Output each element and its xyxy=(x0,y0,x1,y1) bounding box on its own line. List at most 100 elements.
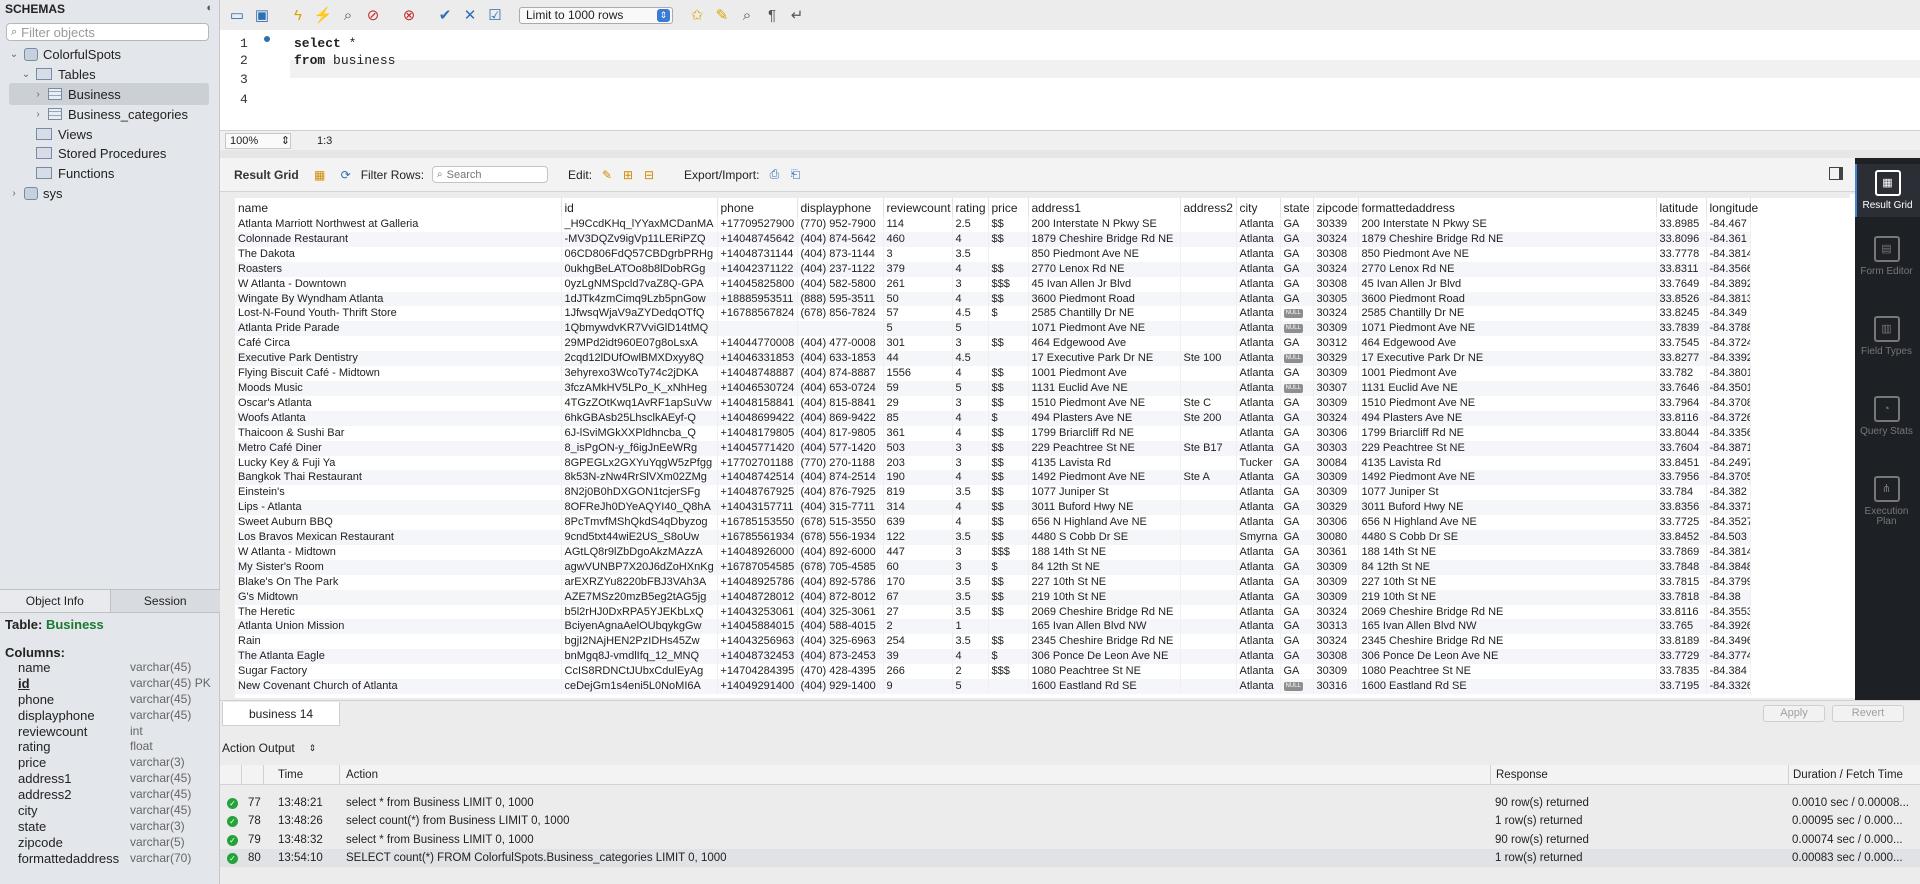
revert-button[interactable]: Revert xyxy=(1832,705,1904,722)
cell-price[interactable]: $$ xyxy=(988,231,1029,247)
cell-zipcode[interactable]: 30309 xyxy=(1313,664,1359,680)
cell-id[interactable]: arEXRZYu8220bFBJ3VAh3A xyxy=(561,574,718,590)
cell-address1[interactable]: 2770 Lenox Rd NE xyxy=(1028,261,1181,277)
cell-price[interactable]: $$ xyxy=(988,485,1029,501)
cell-address1[interactable]: 1131 Euclid Ave NE xyxy=(1028,380,1181,396)
cell-name[interactable]: Einstein's xyxy=(235,485,562,501)
table-row[interactable]: Metro Café Diner 8_isPgON-y_f6igJnEeWRg +1… xyxy=(235,440,1751,456)
cell-zipcode[interactable]: 30309 xyxy=(1313,559,1359,575)
cell-zipcode[interactable]: 30329 xyxy=(1313,351,1359,367)
filter-objects-input[interactable] xyxy=(21,24,202,40)
cell-rating[interactable]: 3 xyxy=(952,336,989,352)
panel-field-types[interactable]: ▥ Field Types xyxy=(1855,310,1920,363)
tree-item-tables[interactable]: ⌄ Tables xyxy=(0,63,220,85)
cell-price[interactable]: $ xyxy=(988,649,1029,665)
cell-displayphone[interactable]: (404) 588-4015 xyxy=(797,619,884,635)
cell-displayphone[interactable]: (678) 515-3550 xyxy=(797,515,884,531)
cell-address1[interactable]: 1879 Cheshire Bridge Rd NE xyxy=(1028,231,1181,247)
cell-address1[interactable]: 306 Ponce De Leon Ave NE xyxy=(1028,649,1181,665)
table-row[interactable]: W Atlanta - Downtown 0yzLgNMSpcld7vaZ8Q-G… xyxy=(235,276,1751,292)
cell-reviewcount[interactable]: 266 xyxy=(883,664,953,680)
cell-formattedaddress[interactable]: 1131 Euclid Ave NE xyxy=(1358,380,1657,396)
cell-displayphone[interactable]: (404) 892-6000 xyxy=(797,544,884,560)
tab-object-info[interactable]: Object Info xyxy=(0,590,111,612)
column-header-rating[interactable]: rating xyxy=(952,198,989,217)
cell-state[interactable]: GA xyxy=(1280,574,1314,590)
explain-icon[interactable]: ⌕ xyxy=(337,4,359,26)
cell-phone[interactable]: +14043253061 xyxy=(717,604,798,620)
chevron-down-icon[interactable]: ⌄ xyxy=(8,49,20,60)
delete-row-icon[interactable]: ⊟ xyxy=(640,167,658,183)
find-icon[interactable]: ⌕ xyxy=(736,4,758,26)
column-header-zipcode[interactable]: zipcode xyxy=(1313,198,1359,217)
cell-reviewcount[interactable]: 9 xyxy=(883,679,953,694)
cell-longitude[interactable]: -84.3814 xyxy=(1706,544,1751,560)
cell-zipcode[interactable]: 30309 xyxy=(1313,395,1359,411)
refresh-icon[interactable]: ⟳ xyxy=(337,167,355,183)
cell-displayphone[interactable]: (404) 325-3061 xyxy=(797,604,884,620)
cell-longitude[interactable]: -84.3708 xyxy=(1706,395,1751,411)
cell-longitude[interactable]: -84.3801 xyxy=(1706,366,1751,381)
result-grid[interactable]: name id phone displayphone reviewcount rating… xyxy=(235,198,1855,698)
cell-address2[interactable] xyxy=(1180,291,1237,307)
cell-latitude[interactable]: 33.8356 xyxy=(1656,500,1707,516)
cell-latitude[interactable]: 33.7604 xyxy=(1656,440,1707,456)
rollback-icon[interactable]: ✕ xyxy=(459,4,481,26)
cell-price[interactable]: $$ xyxy=(988,530,1029,545)
column-header-city[interactable]: city xyxy=(1236,198,1281,217)
action-output-row[interactable]: ✓ 80 13:54:10 SELECT count(*) FROM Colorful… xyxy=(220,848,1920,867)
cell-formattedaddress[interactable]: 45 Ivan Allen Jr Blvd xyxy=(1358,276,1657,292)
cell-address2[interactable] xyxy=(1180,574,1237,590)
cell-address2[interactable] xyxy=(1180,500,1237,516)
cell-name[interactable]: Thaicoon & Sushi Bar xyxy=(235,425,562,441)
tree-item-business-categories[interactable]: › Business_categories xyxy=(0,103,220,125)
cell-state[interactable]: GA xyxy=(1280,470,1314,486)
cell-id[interactable]: 8_isPgON-y_f6igJnEeWRg xyxy=(561,440,718,456)
cell-longitude[interactable]: -84.3724 xyxy=(1706,336,1751,352)
column-header-longitude[interactable]: longitude xyxy=(1706,198,1758,217)
cell-phone[interactable]: +14043157711 xyxy=(717,500,798,516)
cell-displayphone[interactable]: (770) 270-1188 xyxy=(797,455,884,471)
cell-state[interactable]: GA xyxy=(1280,619,1314,635)
cell-zipcode[interactable]: 30303 xyxy=(1313,440,1359,456)
cell-reviewcount[interactable]: 60 xyxy=(883,559,953,575)
cell-reviewcount[interactable]: 3 xyxy=(883,246,953,262)
cell-address2[interactable] xyxy=(1180,515,1237,531)
cell-longitude[interactable]: -84.3326 xyxy=(1706,679,1751,694)
column-header-id[interactable]: id xyxy=(561,198,718,217)
cell-price[interactable]: $$ xyxy=(988,291,1029,307)
cell-latitude[interactable]: 33.7839 xyxy=(1656,321,1707,337)
cell-city[interactable]: Atlanta xyxy=(1236,604,1281,620)
cell-id[interactable]: _H9CcdKHq_lYYaxMCDanMA xyxy=(561,217,718,232)
column-header-latitude[interactable]: latitude xyxy=(1656,198,1707,217)
cell-state[interactable]: GA xyxy=(1280,261,1314,277)
cell-price[interactable]: $$ xyxy=(988,336,1029,352)
cell-zipcode[interactable]: 30309 xyxy=(1313,366,1359,381)
cell-formattedaddress[interactable]: 656 N Highland Ave NE xyxy=(1358,515,1657,531)
cell-longitude[interactable]: -84.38 xyxy=(1706,589,1751,605)
cell-price[interactable]: $$ xyxy=(988,380,1029,396)
cell-phone[interactable]: +16785561934 xyxy=(717,530,798,545)
table-row[interactable]: Roasters 0ukhgBeLATOo8b8lDobRGg +140423711… xyxy=(235,261,1751,277)
panel-execution-plan[interactable]: ⋔ Execution Plan xyxy=(1855,470,1920,533)
cell-price[interactable]: $$ xyxy=(988,366,1029,381)
cell-price[interactable]: $$ xyxy=(988,604,1029,620)
chevron-right-icon[interactable]: › xyxy=(8,188,20,199)
execute-current-icon[interactable]: ⚡ xyxy=(312,4,334,26)
cell-name[interactable]: The Heretic xyxy=(235,604,562,620)
cell-price[interactable]: $$ xyxy=(988,470,1029,486)
cell-phone[interactable]: +14046331853 xyxy=(717,351,798,367)
cell-displayphone[interactable]: (470) 428-4395 xyxy=(797,664,884,680)
cell-phone[interactable]: +14048158841 xyxy=(717,395,798,411)
cell-address1[interactable]: 17 Executive Park Dr NE xyxy=(1028,351,1181,367)
cell-phone[interactable] xyxy=(717,321,798,337)
cell-address2[interactable] xyxy=(1180,246,1237,262)
cell-address2[interactable] xyxy=(1180,276,1237,292)
cell-displayphone[interactable]: (404) 325-6963 xyxy=(797,634,884,650)
beautify-icon[interactable]: ✎ xyxy=(711,4,733,26)
cell-address1[interactable]: 850 Piedmont Ave NE xyxy=(1028,246,1181,262)
cell-price[interactable]: $$ xyxy=(988,440,1029,456)
cell-id[interactable]: 0ukhgBeLATOo8b8lDobRGg xyxy=(561,261,718,277)
cell-rating[interactable]: 5 xyxy=(952,380,989,396)
cell-formattedaddress[interactable]: 219 10th St NE xyxy=(1358,589,1657,605)
